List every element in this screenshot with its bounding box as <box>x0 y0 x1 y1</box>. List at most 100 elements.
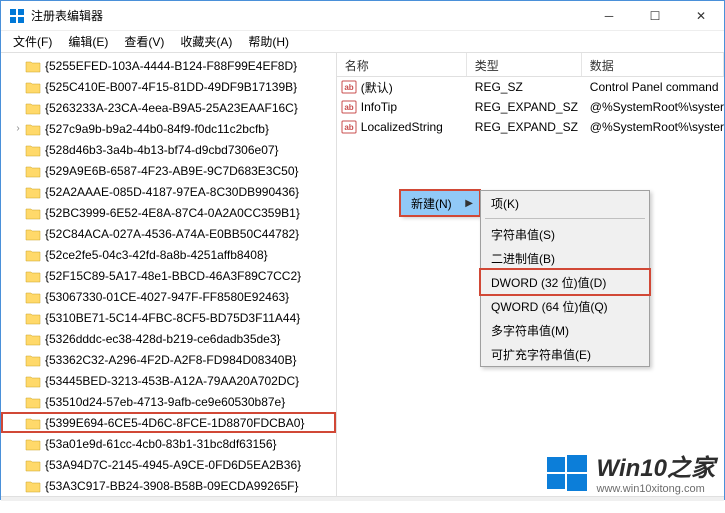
col-data[interactable]: 数据 <box>582 53 724 76</box>
tree-item-label: {5326dddc-ec38-428d-b219-ce6dadb35de3} <box>45 332 281 346</box>
tree-item-label: {5310BE71-5C14-4FBC-8CF5-BD75D3F11A44} <box>45 311 300 325</box>
tree-item-label: {53067330-01CE-4027-947F-FF8580E92463} <box>45 290 289 304</box>
tree-item[interactable]: {52F15C89-5A17-48e1-BBCD-46A3F89C7CC2} <box>1 265 336 286</box>
value-name: InfoTip <box>361 100 397 114</box>
tree-item[interactable]: {528d46b3-3a4b-4b13-bf74-d9cbd7306e07} <box>1 139 336 160</box>
menu-file[interactable]: 文件(F) <box>5 31 60 52</box>
expander-icon[interactable]: › <box>13 123 23 134</box>
tree-pane[interactable]: {5255EFED-103A-4444-B124-F88F99E4EF8D} {5… <box>1 53 337 496</box>
tree-item[interactable]: {5399E694-6CE5-4D6C-8FCE-1D8870FDCBA0} <box>1 412 336 433</box>
svg-text:ab: ab <box>344 123 353 132</box>
value-name: LocalizedString <box>361 120 443 134</box>
tree-item[interactable]: {5326dddc-ec38-428d-b219-ce6dadb35de3} <box>1 328 336 349</box>
tree-item-label: {53A94D7C-2145-4945-A9CE-0FD6D5EA2B36} <box>45 458 301 472</box>
ctx-submenu-item[interactable]: DWORD (32 位)值(D) <box>481 270 649 294</box>
ctx-new-label: 新建(N) <box>411 195 452 212</box>
watermark-title: Win10之家 <box>597 448 715 483</box>
ctx-submenu-item[interactable]: 字符串值(S) <box>481 222 649 246</box>
context-submenu-new: 项(K) 字符串值(S) 二进制值(B) DWORD (32 位)值(D) QWORD … <box>480 190 650 367</box>
tree-item-label: {53A3C917-BB24-3908-B58B-09ECDA99265F} <box>45 479 299 493</box>
tree-item[interactable]: {5263233A-23CA-4eea-B9A5-25A23EAAF16C} <box>1 97 336 118</box>
menu-edit[interactable]: 编辑(E) <box>60 31 116 52</box>
value-name: (默认) <box>361 79 393 96</box>
tree-item[interactable]: {52BC3999-6E52-4E8A-87C4-0A2A0CC359B1} <box>1 202 336 223</box>
tree-item[interactable]: {5255EFED-103A-4444-B124-F88F99E4EF8D} <box>1 55 336 76</box>
tree-item-label: {53a01e9d-61cc-4cb0-83b1-31bc8df63156} <box>45 437 277 451</box>
list-header: 名称 类型 数据 <box>337 53 724 77</box>
tree-item-label: {52A2AAAE-085D-4187-97EA-8C30DB990436} <box>45 185 299 199</box>
value-data: @%SystemRoot%\syster <box>582 100 724 114</box>
ctx-submenu-item[interactable]: 可扩充字符串值(E) <box>481 342 649 366</box>
tree-item[interactable]: {525C410E-B007-4F15-81DD-49DF9B17139B} <box>1 76 336 97</box>
tree-item-label: {52ce2fe5-04c3-42fd-8a8b-4251affb8408} <box>45 248 268 262</box>
titlebar: 注册表编辑器 ─ ☐ ✕ <box>1 1 724 31</box>
tree-item[interactable]: {52A2AAAE-085D-4187-97EA-8C30DB990436} <box>1 181 336 202</box>
menu-favorites[interactable]: 收藏夹(A) <box>172 31 240 52</box>
menu-help[interactable]: 帮助(H) <box>240 31 297 52</box>
tree-item-label: {529A9E6B-6587-4F23-AB9E-9C7D683E3C50} <box>45 164 299 178</box>
tree-item-label: {52F15C89-5A17-48e1-BBCD-46A3F89C7CC2} <box>45 269 301 283</box>
tree-item[interactable]: › {527c9a9b-b9a2-44b0-84f9-f0dc11c2bcfb} <box>1 118 336 139</box>
tree-item[interactable]: {53067330-01CE-4027-947F-FF8580E92463} <box>1 286 336 307</box>
ctx-submenu-item[interactable]: 二进制值(B) <box>481 246 649 270</box>
tree-item-label: {53445BED-3213-453B-A12A-79AA20A702DC} <box>45 374 299 388</box>
ctx-submenu-label: QWORD (64 位)值(Q) <box>491 298 608 315</box>
tree-item-label: {527c9a9b-b9a2-44b0-84f9-f0dc11c2bcfb} <box>45 122 269 136</box>
col-name[interactable]: 名称 <box>337 53 467 76</box>
tree-item[interactable]: {53A94D7C-2145-4945-A9CE-0FD6D5EA2B36} <box>1 454 336 475</box>
ctx-submenu-label: 字符串值(S) <box>491 226 555 243</box>
ctx-submenu-label: DWORD (32 位)值(D) <box>491 274 606 291</box>
tree-item[interactable]: {529A9E6B-6587-4F23-AB9E-9C7D683E3C50} <box>1 160 336 181</box>
tree-item-label: {52C84ACA-027A-4536-A74A-E0BB50C44782} <box>45 227 299 241</box>
ctx-submenu-label: 项(K) <box>491 195 519 212</box>
watermark-url: www.win10xitong.com <box>597 483 705 495</box>
ctx-submenu-label: 二进制值(B) <box>491 250 555 267</box>
value-type: REG_EXPAND_SZ <box>467 100 582 114</box>
value-data: @%SystemRoot%\syster <box>582 120 724 134</box>
tree-item-label: {5263233A-23CA-4eea-B9A5-25A23EAAF16C} <box>45 101 298 115</box>
window-title: 注册表编辑器 <box>31 7 586 24</box>
ctx-submenu-label: 可扩充字符串值(E) <box>491 346 591 363</box>
maximize-button[interactable]: ☐ <box>632 1 678 31</box>
tree-item-label: {5255EFED-103A-4444-B124-F88F99E4EF8D} <box>45 59 297 73</box>
app-icon <box>9 8 25 24</box>
value-row[interactable]: ab LocalizedString REG_EXPAND_SZ@%SystemRo… <box>337 117 724 137</box>
chevron-right-icon: ▶ <box>465 198 473 209</box>
windows-logo-icon <box>545 451 589 495</box>
ctx-submenu-item[interactable]: 多字符串值(M) <box>481 318 649 342</box>
menu-view[interactable]: 查看(V) <box>116 31 172 52</box>
tree-item[interactable]: {53A3C917-BB24-3908-B58B-09ECDA99265F} <box>1 475 336 496</box>
value-type: REG_SZ <box>467 80 582 94</box>
minimize-button[interactable]: ─ <box>586 1 632 31</box>
tree-item[interactable]: {53445BED-3213-453B-A12A-79AA20A702DC} <box>1 370 336 391</box>
tree-item-label: {53510d24-57eb-4713-9afb-ce9e60530b87e} <box>45 395 285 409</box>
tree-item[interactable]: {53a01e9d-61cc-4cb0-83b1-31bc8df63156} <box>1 433 336 454</box>
ctx-new[interactable]: 新建(N) ▶ <box>401 191 479 215</box>
tree-item-label: {525C410E-B007-4F15-81DD-49DF9B17139B} <box>45 80 297 94</box>
ctx-submenu-label: 多字符串值(M) <box>491 322 569 339</box>
tree-item[interactable]: {53510d24-57eb-4713-9afb-ce9e60530b87e} <box>1 391 336 412</box>
menubar: 文件(F) 编辑(E) 查看(V) 收藏夹(A) 帮助(H) <box>1 31 724 53</box>
svg-text:ab: ab <box>344 83 353 92</box>
value-row[interactable]: ab InfoTip REG_EXPAND_SZ@%SystemRoot%\syst… <box>337 97 724 117</box>
tree-item-label: {5399E694-6CE5-4D6C-8FCE-1D8870FDCBA0} <box>45 416 304 430</box>
watermark: Win10之家 www.win10xitong.com <box>545 448 715 495</box>
value-type: REG_EXPAND_SZ <box>467 120 582 134</box>
col-type[interactable]: 类型 <box>467 53 582 76</box>
separator <box>485 218 645 219</box>
ctx-submenu-item[interactable]: QWORD (64 位)值(Q) <box>481 294 649 318</box>
value-row[interactable]: ab (默认) REG_SZControl Panel command <box>337 77 724 97</box>
close-button[interactable]: ✕ <box>678 1 724 31</box>
context-menu-new: 新建(N) ▶ <box>400 190 480 216</box>
tree-item[interactable]: {53362C32-A296-4F2D-A2F8-FD984D08340B} <box>1 349 336 370</box>
ctx-submenu-item[interactable]: 项(K) <box>481 191 649 215</box>
tree-item-label: {528d46b3-3a4b-4b13-bf74-d9cbd7306e07} <box>45 143 279 157</box>
tree-item[interactable]: {52ce2fe5-04c3-42fd-8a8b-4251affb8408} <box>1 244 336 265</box>
svg-text:ab: ab <box>344 103 353 112</box>
tree-item-label: {53362C32-A296-4F2D-A2F8-FD984D08340B} <box>45 353 297 367</box>
statusbar: 计算机\HKEY_CLASSES_ROOT\WOW6432Node\CLSID\… <box>1 496 724 501</box>
value-data: Control Panel command <box>582 80 724 94</box>
tree-item[interactable]: {52C84ACA-027A-4536-A74A-E0BB50C44782} <box>1 223 336 244</box>
tree-item[interactable]: {5310BE71-5C14-4FBC-8CF5-BD75D3F11A44} <box>1 307 336 328</box>
tree-item-label: {52BC3999-6E52-4E8A-87C4-0A2A0CC359B1} <box>45 206 300 220</box>
